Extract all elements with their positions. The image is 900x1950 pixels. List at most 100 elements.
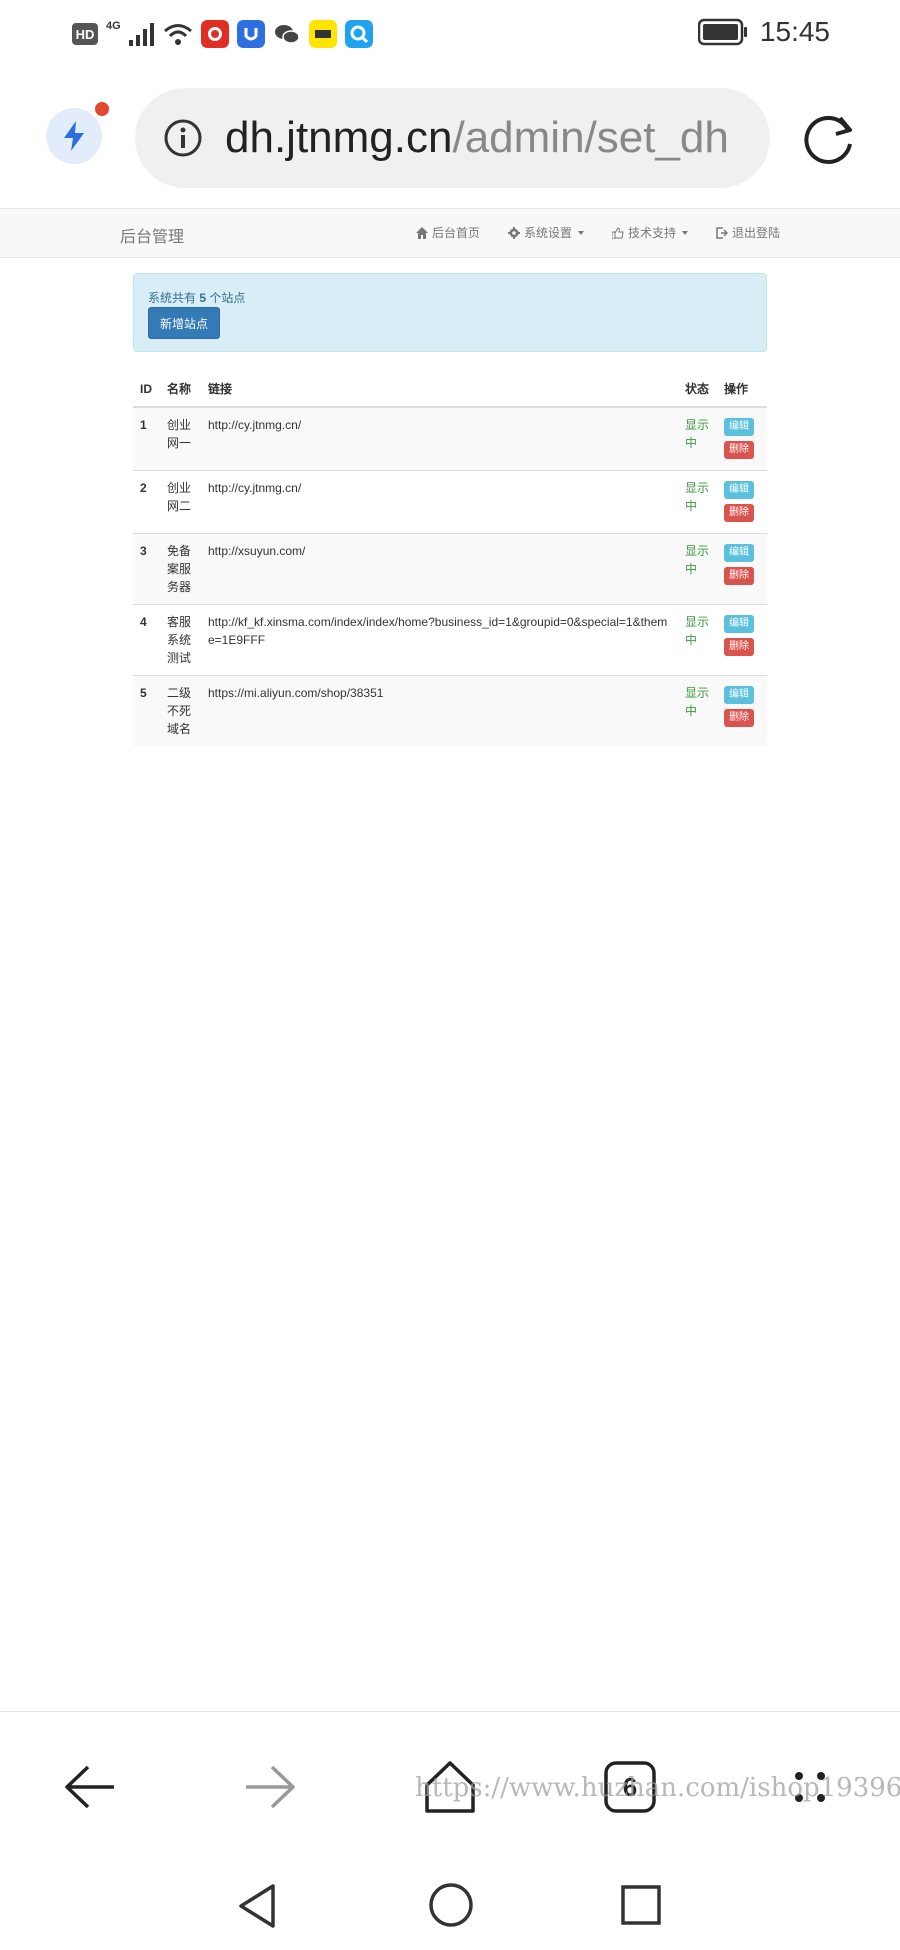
edit-button[interactable]: 编辑 [724, 615, 754, 633]
site-count-text: 系统共有 5 个站点 [148, 289, 245, 306]
hd-indicator: HD [72, 23, 98, 45]
delete-button[interactable]: 删除 [724, 441, 754, 459]
row-actions: 编辑 删除 [717, 470, 767, 534]
header-id: ID [133, 372, 160, 408]
nav-support[interactable]: 技术支持 [611, 224, 688, 241]
browser-menu-button[interactable] [46, 108, 102, 164]
row-actions: 编辑 删除 [717, 533, 767, 605]
url-path: /admin/set_dh [452, 113, 729, 162]
site-count-alert: 系统共有 5 个站点 新增站点 [133, 273, 767, 352]
clock: 15:45 [759, 16, 830, 47]
row-id: 2 [133, 470, 160, 534]
delete-button[interactable]: 删除 [724, 709, 754, 727]
table-row: 1 创业网一 http://cy.jtnmg.cn/ 显示中 编辑 删除 [133, 406, 767, 471]
lightning-icon [64, 121, 84, 151]
thumbs-up-icon [611, 226, 624, 239]
row-status: 显示中 [678, 604, 717, 676]
navbar-brand[interactable]: 后台管理 [120, 223, 184, 247]
navbar-menu: 后台首页 系统设置 技术支持 退出登陆 [415, 224, 780, 241]
system-navigation-bar [0, 1860, 900, 1950]
battery-icon [697, 18, 747, 46]
system-back-icon[interactable] [235, 1882, 279, 1930]
back-button[interactable] [55, 1752, 125, 1822]
system-home-icon[interactable] [428, 1882, 474, 1928]
caret-down-icon [577, 230, 584, 235]
site-count-number: 5 [199, 291, 207, 305]
system-recents-icon[interactable] [620, 1884, 662, 1926]
delete-button[interactable]: 删除 [724, 567, 754, 585]
arrow-left-icon [65, 1765, 114, 1809]
table-header-row: ID 名称 链接 状态 操作 [133, 372, 767, 408]
row-name: 免备案服务器 [160, 533, 201, 605]
wifi-icon [163, 24, 192, 45]
network-type: 4G [106, 20, 121, 32]
header-status: 状态 [678, 372, 717, 408]
forward-button[interactable] [235, 1752, 305, 1822]
row-id: 4 [133, 604, 160, 676]
edit-button[interactable]: 编辑 [724, 481, 754, 499]
row-name: 创业网二 [160, 470, 201, 534]
row-actions: 编辑 删除 [717, 675, 767, 746]
edit-button[interactable]: 编辑 [724, 418, 754, 436]
nav-settings[interactable]: 系统设置 [507, 224, 584, 241]
status-bar: HD 4G 15:45 [0, 0, 900, 70]
xianyu-icon [308, 20, 337, 48]
row-name: 客服系统测试 [160, 604, 201, 676]
nav-logout[interactable]: 退出登陆 [716, 224, 780, 241]
row-id: 5 [133, 675, 160, 746]
table-row: 2 创业网二 http://cy.jtnmg.cn/ 显示中 编辑 删除 [133, 470, 767, 534]
row-name: 创业网一 [160, 406, 201, 471]
add-site-button[interactable]: 新增站点 [148, 307, 221, 339]
row-actions: 编辑 删除 [717, 604, 767, 676]
status-icons-left: HD 4G [72, 20, 373, 48]
wechat-icon [274, 25, 300, 44]
caret-down-icon [681, 230, 688, 235]
table-row: 5 二级不死域名 https://mi.aliyun.com/shop/3835… [133, 675, 767, 746]
table-row: 4 客服系统测试 http://kf_kf.xinsma.com/index/i… [133, 604, 767, 676]
header-name: 名称 [160, 372, 201, 408]
pinduoduo-icon [200, 20, 229, 48]
site-count-prefix: 系统共有 [148, 291, 197, 305]
url-host: dh.jtnmg.cn [225, 113, 453, 162]
address-bar[interactable]: dh.jtnmg.cn/admin/set_dh [135, 88, 770, 188]
home-icon [415, 226, 428, 239]
reload-icon[interactable] [800, 108, 860, 168]
nav-home[interactable]: 后台首页 [415, 224, 480, 241]
logout-icon [716, 226, 728, 239]
arrow-right-icon [246, 1765, 295, 1809]
site-navbar: 后台管理 后台首页 系统设置 技术支持 退出登陆 [0, 208, 900, 258]
search-app-icon [344, 20, 373, 48]
edit-button[interactable]: 编辑 [724, 544, 754, 562]
site-count-suffix: 个站点 [209, 291, 246, 305]
row-link: https://mi.aliyun.com/shop/38351 [201, 675, 678, 746]
nav-settings-label: 系统设置 [523, 226, 572, 240]
table-row: 3 免备案服务器 http://xsuyun.com/ 显示中 编辑 删除 [133, 533, 767, 605]
row-link: http://kf_kf.xinsma.com/index/index/home… [201, 604, 678, 676]
row-link: http://cy.jtnmg.cn/ [201, 470, 678, 534]
row-status: 显示中 [678, 533, 717, 605]
header-link: 链接 [201, 372, 678, 408]
row-id: 1 [133, 406, 160, 471]
notification-dot [95, 102, 109, 116]
delete-button[interactable]: 删除 [724, 504, 754, 522]
row-status: 显示中 [678, 470, 717, 534]
row-status: 显示中 [678, 406, 717, 471]
shield-app-icon [236, 20, 265, 48]
edit-button[interactable]: 编辑 [724, 686, 754, 704]
gear-icon [507, 226, 520, 239]
info-icon[interactable] [163, 118, 203, 158]
delete-button[interactable]: 删除 [724, 638, 754, 656]
browser-toolbar: dh.jtnmg.cn/admin/set_dh [0, 80, 900, 200]
signal-icon [128, 23, 154, 46]
row-link: http://cy.jtnmg.cn/ [201, 406, 678, 471]
header-ops: 操作 [717, 372, 767, 408]
row-name: 二级不死域名 [160, 675, 201, 746]
nav-support-label: 技术支持 [627, 226, 676, 240]
row-link: http://xsuyun.com/ [201, 533, 678, 605]
status-icons-right: 15:45 [697, 16, 830, 48]
row-id: 3 [133, 533, 160, 605]
url-text[interactable]: dh.jtnmg.cn/admin/set_dh [225, 113, 729, 163]
row-status: 显示中 [678, 675, 717, 746]
nav-logout-label: 退出登陆 [731, 226, 780, 240]
watermark: https://www.huzhan.com/ishop19396 [415, 1773, 900, 1803]
